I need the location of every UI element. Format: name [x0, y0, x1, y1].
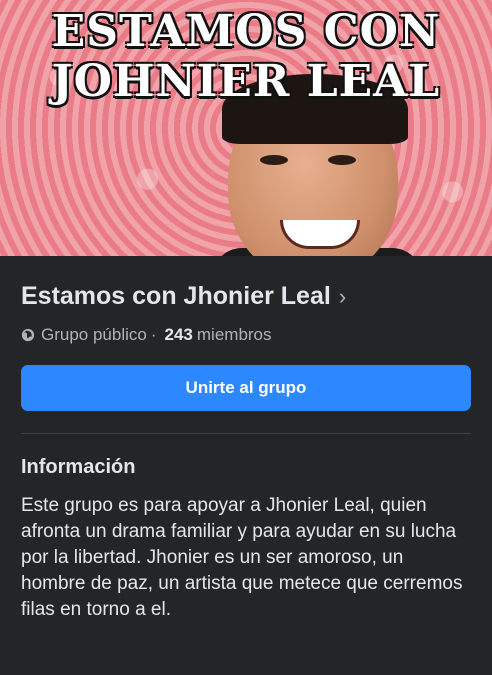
- members-label[interactable]: miembros: [197, 325, 272, 345]
- globe-icon: [21, 328, 35, 342]
- info-description: Este grupo es para apoyar a Jhonier Leal…: [21, 495, 463, 620]
- group-title: Estamos con Jhonier Leal: [21, 282, 331, 310]
- cover-title-line-2: JOHNIER LEAL: [51, 56, 441, 107]
- meta-separator: ·: [150, 325, 157, 344]
- divider: [21, 433, 471, 434]
- group-meta: Grupo público · 243 miembros: [21, 325, 471, 345]
- cover-title-line-1: ESTAMOS CON: [51, 6, 441, 57]
- cover-photo[interactable]: ESTAMOS CON JOHNIER LEAL: [0, 0, 492, 256]
- group-title-link[interactable]: Estamos con Jhonier Leal ›: [21, 282, 471, 311]
- member-count[interactable]: 243: [165, 325, 193, 345]
- info-heading: Información: [21, 456, 136, 478]
- privacy-label: Grupo público: [41, 325, 147, 344]
- join-group-button[interactable]: Unirte al grupo: [21, 365, 471, 411]
- chevron-right-icon: ›: [338, 283, 347, 309]
- group-header: Estamos con Jhonier Leal › Grupo público…: [0, 282, 492, 623]
